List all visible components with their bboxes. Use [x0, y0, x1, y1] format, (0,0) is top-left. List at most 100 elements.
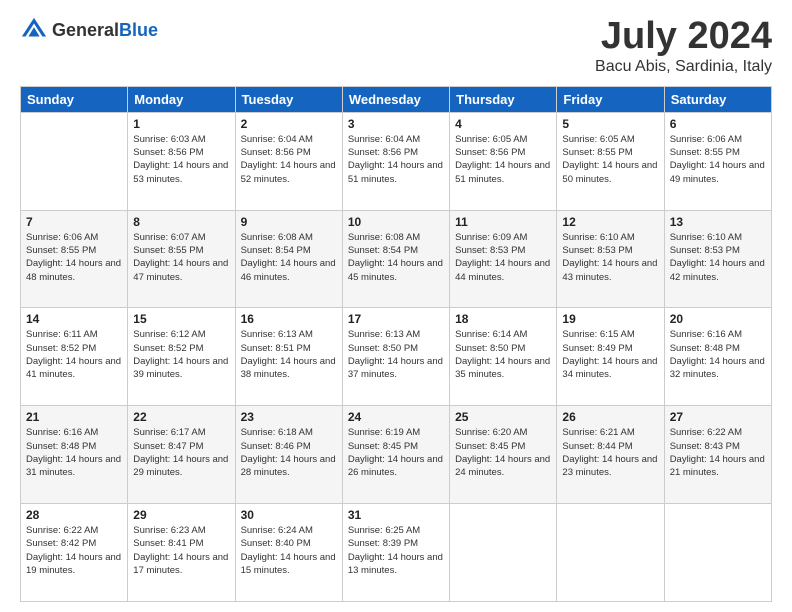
- day-number: 23: [241, 410, 337, 424]
- cell-content: Sunrise: 6:22 AM Sunset: 8:43 PM Dayligh…: [670, 426, 766, 479]
- table-row: 24 Sunrise: 6:19 AM Sunset: 8:45 PM Dayl…: [342, 406, 449, 504]
- cell-content: Sunrise: 6:12 AM Sunset: 8:52 PM Dayligh…: [133, 328, 229, 381]
- cell-content: Sunrise: 6:03 AM Sunset: 8:56 PM Dayligh…: [133, 133, 229, 186]
- logo-icon: [20, 16, 48, 44]
- day-number: 11: [455, 215, 551, 229]
- calendar-week-row: 1 Sunrise: 6:03 AM Sunset: 8:56 PM Dayli…: [21, 112, 772, 210]
- sunrise-text: Sunrise: 6:03 AM: [133, 134, 205, 145]
- day-number: 5: [562, 117, 658, 131]
- sunset-text: Sunset: 8:46 PM: [241, 441, 311, 452]
- day-number: 15: [133, 312, 229, 326]
- cell-content: Sunrise: 6:21 AM Sunset: 8:44 PM Dayligh…: [562, 426, 658, 479]
- day-number: 9: [241, 215, 337, 229]
- cell-content: Sunrise: 6:08 AM Sunset: 8:54 PM Dayligh…: [241, 231, 337, 284]
- sunset-text: Sunset: 8:52 PM: [133, 343, 203, 354]
- sunrise-text: Sunrise: 6:06 AM: [26, 232, 98, 243]
- cell-content: Sunrise: 6:22 AM Sunset: 8:42 PM Dayligh…: [26, 524, 122, 577]
- header-thursday: Thursday: [450, 86, 557, 112]
- cell-content: Sunrise: 6:07 AM Sunset: 8:55 PM Dayligh…: [133, 231, 229, 284]
- sunset-text: Sunset: 8:44 PM: [562, 441, 632, 452]
- sunrise-text: Sunrise: 6:05 AM: [562, 134, 634, 145]
- table-row: 19 Sunrise: 6:15 AM Sunset: 8:49 PM Dayl…: [557, 308, 664, 406]
- day-number: 13: [670, 215, 766, 229]
- table-row: 18 Sunrise: 6:14 AM Sunset: 8:50 PM Dayl…: [450, 308, 557, 406]
- daylight-text: Daylight: 14 hours and 24 minutes.: [455, 454, 550, 478]
- cell-content: Sunrise: 6:11 AM Sunset: 8:52 PM Dayligh…: [26, 328, 122, 381]
- cell-content: Sunrise: 6:10 AM Sunset: 8:53 PM Dayligh…: [670, 231, 766, 284]
- sunset-text: Sunset: 8:41 PM: [133, 538, 203, 549]
- sunrise-text: Sunrise: 6:06 AM: [670, 134, 742, 145]
- day-number: 14: [26, 312, 122, 326]
- table-row: 21 Sunrise: 6:16 AM Sunset: 8:48 PM Dayl…: [21, 406, 128, 504]
- table-row: 2 Sunrise: 6:04 AM Sunset: 8:56 PM Dayli…: [235, 112, 342, 210]
- sunrise-text: Sunrise: 6:04 AM: [348, 134, 420, 145]
- sunset-text: Sunset: 8:45 PM: [455, 441, 525, 452]
- daylight-text: Daylight: 14 hours and 35 minutes.: [455, 356, 550, 380]
- day-number: 19: [562, 312, 658, 326]
- daylight-text: Daylight: 14 hours and 17 minutes.: [133, 552, 228, 576]
- header-saturday: Saturday: [664, 86, 771, 112]
- day-number: 31: [348, 508, 444, 522]
- header-sunday: Sunday: [21, 86, 128, 112]
- cell-content: Sunrise: 6:13 AM Sunset: 8:51 PM Dayligh…: [241, 328, 337, 381]
- sunrise-text: Sunrise: 6:09 AM: [455, 232, 527, 243]
- table-row: 25 Sunrise: 6:20 AM Sunset: 8:45 PM Dayl…: [450, 406, 557, 504]
- calendar-page: GeneralBlue July 2024 Bacu Abis, Sardini…: [0, 0, 792, 612]
- sunrise-text: Sunrise: 6:20 AM: [455, 427, 527, 438]
- daylight-text: Daylight: 14 hours and 52 minutes.: [241, 160, 336, 184]
- sunset-text: Sunset: 8:45 PM: [348, 441, 418, 452]
- table-row: 30 Sunrise: 6:24 AM Sunset: 8:40 PM Dayl…: [235, 504, 342, 602]
- sunset-text: Sunset: 8:53 PM: [562, 245, 632, 256]
- table-row: 14 Sunrise: 6:11 AM Sunset: 8:52 PM Dayl…: [21, 308, 128, 406]
- sunrise-text: Sunrise: 6:18 AM: [241, 427, 313, 438]
- daylight-text: Daylight: 14 hours and 29 minutes.: [133, 454, 228, 478]
- day-number: 8: [133, 215, 229, 229]
- sunrise-text: Sunrise: 6:15 AM: [562, 329, 634, 340]
- cell-content: Sunrise: 6:09 AM Sunset: 8:53 PM Dayligh…: [455, 231, 551, 284]
- cell-content: Sunrise: 6:25 AM Sunset: 8:39 PM Dayligh…: [348, 524, 444, 577]
- sunset-text: Sunset: 8:40 PM: [241, 538, 311, 549]
- daylight-text: Daylight: 14 hours and 19 minutes.: [26, 552, 121, 576]
- table-row: 17 Sunrise: 6:13 AM Sunset: 8:50 PM Dayl…: [342, 308, 449, 406]
- header: GeneralBlue July 2024 Bacu Abis, Sardini…: [20, 16, 772, 76]
- calendar-table: Sunday Monday Tuesday Wednesday Thursday…: [20, 86, 772, 602]
- day-number: 21: [26, 410, 122, 424]
- cell-content: Sunrise: 6:05 AM Sunset: 8:56 PM Dayligh…: [455, 133, 551, 186]
- cell-content: Sunrise: 6:20 AM Sunset: 8:45 PM Dayligh…: [455, 426, 551, 479]
- sunrise-text: Sunrise: 6:24 AM: [241, 525, 313, 536]
- daylight-text: Daylight: 14 hours and 21 minutes.: [670, 454, 765, 478]
- header-monday: Monday: [128, 86, 235, 112]
- logo-general: General: [52, 20, 119, 40]
- daylight-text: Daylight: 14 hours and 50 minutes.: [562, 160, 657, 184]
- cell-content: Sunrise: 6:18 AM Sunset: 8:46 PM Dayligh…: [241, 426, 337, 479]
- table-row: [21, 112, 128, 210]
- day-number: 6: [670, 117, 766, 131]
- cell-content: Sunrise: 6:16 AM Sunset: 8:48 PM Dayligh…: [670, 328, 766, 381]
- calendar-week-row: 14 Sunrise: 6:11 AM Sunset: 8:52 PM Dayl…: [21, 308, 772, 406]
- table-row: 23 Sunrise: 6:18 AM Sunset: 8:46 PM Dayl…: [235, 406, 342, 504]
- sunset-text: Sunset: 8:43 PM: [670, 441, 740, 452]
- sunset-text: Sunset: 8:49 PM: [562, 343, 632, 354]
- day-number: 2: [241, 117, 337, 131]
- sunset-text: Sunset: 8:55 PM: [26, 245, 96, 256]
- sunrise-text: Sunrise: 6:25 AM: [348, 525, 420, 536]
- sunset-text: Sunset: 8:55 PM: [133, 245, 203, 256]
- daylight-text: Daylight: 14 hours and 49 minutes.: [670, 160, 765, 184]
- table-row: [664, 504, 771, 602]
- calendar-week-row: 28 Sunrise: 6:22 AM Sunset: 8:42 PM Dayl…: [21, 504, 772, 602]
- cell-content: Sunrise: 6:23 AM Sunset: 8:41 PM Dayligh…: [133, 524, 229, 577]
- day-number: 22: [133, 410, 229, 424]
- sunset-text: Sunset: 8:55 PM: [562, 147, 632, 158]
- daylight-text: Daylight: 14 hours and 37 minutes.: [348, 356, 443, 380]
- sunrise-text: Sunrise: 6:22 AM: [670, 427, 742, 438]
- sunset-text: Sunset: 8:56 PM: [455, 147, 525, 158]
- daylight-text: Daylight: 14 hours and 28 minutes.: [241, 454, 336, 478]
- day-number: 16: [241, 312, 337, 326]
- day-number: 27: [670, 410, 766, 424]
- sunset-text: Sunset: 8:50 PM: [455, 343, 525, 354]
- title-area: July 2024 Bacu Abis, Sardinia, Italy: [595, 16, 772, 76]
- sunrise-text: Sunrise: 6:21 AM: [562, 427, 634, 438]
- sunrise-text: Sunrise: 6:07 AM: [133, 232, 205, 243]
- table-row: 7 Sunrise: 6:06 AM Sunset: 8:55 PM Dayli…: [21, 210, 128, 308]
- sunrise-text: Sunrise: 6:04 AM: [241, 134, 313, 145]
